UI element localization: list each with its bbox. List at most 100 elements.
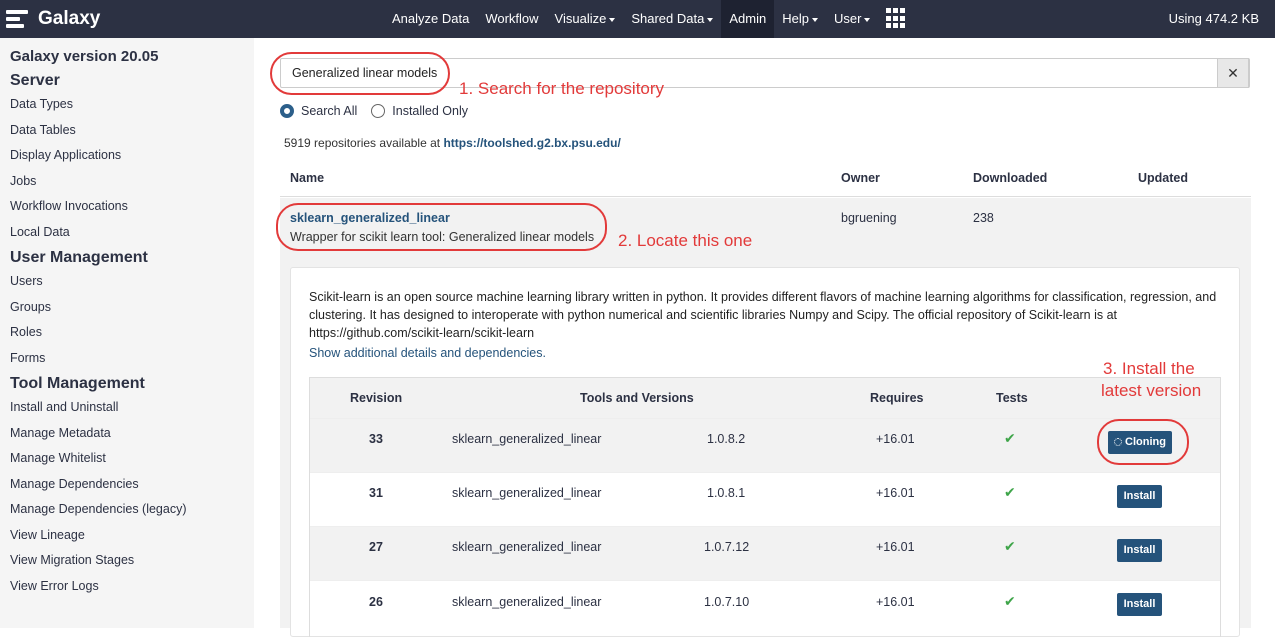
column-tools-versions: Tools and Versions bbox=[580, 391, 694, 405]
tool-version: 1.0.7.12 bbox=[704, 540, 750, 554]
sidebar-item-jobs[interactable]: Jobs bbox=[10, 169, 244, 195]
sidebar-item-install-uninstall[interactable]: Install and Uninstall bbox=[10, 395, 244, 421]
tool-version: 1.0.8.1 bbox=[707, 486, 746, 500]
column-revision: Revision bbox=[350, 391, 403, 405]
tool-version: 1.0.8.2 bbox=[707, 432, 746, 446]
nav-admin[interactable]: Admin bbox=[721, 0, 775, 38]
nav-workflow[interactable]: Workflow bbox=[477, 0, 546, 38]
annotation-step2: 2. Locate this one bbox=[618, 231, 753, 250]
annotation-oval-search bbox=[270, 52, 450, 95]
revisions-table: Revision Tools and Versions Requires Tes… bbox=[309, 377, 1221, 637]
install-button[interactable]: Install bbox=[1117, 485, 1162, 508]
revisions-header: Revision Tools and Versions Requires Tes… bbox=[310, 378, 1220, 418]
radio-checked-icon bbox=[280, 104, 294, 118]
sidebar-item-forms[interactable]: Forms bbox=[10, 346, 244, 372]
requires-version: +16.01 bbox=[876, 540, 915, 554]
repository-long-description: Scikit-learn is an open source machine l… bbox=[309, 290, 1217, 340]
nav-visualize[interactable]: Visualize bbox=[547, 0, 624, 38]
tool-name: sklearn_generalized_linear bbox=[452, 432, 602, 446]
sidebar-item-manage-whitelist[interactable]: Manage Whitelist bbox=[10, 446, 244, 472]
revision-number: 26 bbox=[369, 595, 383, 609]
repository-table-header: Name Owner Downloaded Updated bbox=[280, 163, 1251, 197]
tool-name: sklearn_generalized_linear bbox=[452, 595, 602, 609]
radio-installed-only[interactable]: Installed Only bbox=[371, 104, 468, 118]
quota-meter[interactable]: Using 474.2 KB bbox=[1169, 0, 1259, 38]
section-server: Server bbox=[10, 72, 60, 89]
nav-user[interactable]: User bbox=[826, 0, 878, 38]
caret-down-icon bbox=[864, 17, 871, 22]
install-button[interactable]: Install bbox=[1117, 593, 1162, 616]
revision-row: 27 sklearn_generalized_linear 1.0.7.12 +… bbox=[310, 526, 1220, 580]
sidebar-item-manage-dependencies-legacy[interactable]: Manage Dependencies (legacy) bbox=[10, 497, 244, 523]
nav-shared-data[interactable]: Shared Data bbox=[623, 0, 721, 38]
revision-number: 33 bbox=[369, 432, 383, 446]
check-icon: ✔ bbox=[1004, 538, 1016, 554]
revision-number: 31 bbox=[369, 486, 383, 500]
sidebar-item-display-applications[interactable]: Display Applications bbox=[10, 143, 244, 169]
annotation-oval-install bbox=[1097, 419, 1189, 465]
column-updated[interactable]: Updated bbox=[1138, 171, 1188, 185]
toolshed-link[interactable]: https://toolshed.g2.bx.psu.edu/ bbox=[443, 136, 620, 150]
column-requires: Requires bbox=[870, 391, 924, 405]
annotation-step3-line1: 3. Install the bbox=[1103, 359, 1195, 378]
sidebar-item-view-error-logs[interactable]: View Error Logs bbox=[10, 574, 244, 600]
column-downloaded[interactable]: Downloaded bbox=[973, 171, 1047, 185]
nav-help[interactable]: Help bbox=[774, 0, 826, 38]
sidebar-item-view-migration-stages[interactable]: View Migration Stages bbox=[10, 548, 244, 574]
close-icon: ✕ bbox=[1227, 65, 1239, 81]
nav-scratchbook[interactable] bbox=[878, 0, 915, 38]
tool-name: sklearn_generalized_linear bbox=[452, 540, 602, 554]
galaxy-logo-icon bbox=[6, 8, 28, 30]
caret-down-icon bbox=[811, 17, 818, 22]
table-row: sklearn_generalized_linear Wrapper for s… bbox=[280, 198, 1251, 637]
repository-details-panel: Scikit-learn is an open source machine l… bbox=[290, 267, 1240, 637]
column-owner[interactable]: Owner bbox=[841, 171, 880, 185]
nav-analyze-data[interactable]: Analyze Data bbox=[384, 0, 477, 38]
sidebar-item-users[interactable]: Users bbox=[10, 269, 244, 295]
annotation-step1: 1. Search for the repository bbox=[459, 79, 665, 98]
check-icon: ✔ bbox=[1004, 484, 1016, 500]
annotation-oval-repository bbox=[276, 203, 607, 251]
revision-row: 33 sklearn_generalized_linear 1.0.8.2 +1… bbox=[310, 418, 1220, 472]
repository-owner: bgruening bbox=[841, 211, 897, 225]
sidebar-item-manage-metadata[interactable]: Manage Metadata bbox=[10, 421, 244, 447]
sidebar-item-view-lineage[interactable]: View Lineage bbox=[10, 523, 244, 549]
masthead: Galaxy Analyze Data Workflow Visualize S… bbox=[0, 0, 1275, 38]
section-tool-management: Tool Management bbox=[10, 375, 145, 392]
repository-downloads: 238 bbox=[973, 211, 994, 225]
install-button[interactable]: Install bbox=[1117, 539, 1162, 562]
requires-version: +16.01 bbox=[876, 432, 915, 446]
column-tests: Tests bbox=[996, 391, 1028, 405]
center-panel: Generalized linear models ✕ Search All I… bbox=[254, 38, 1275, 637]
annotation-step3-line2: latest version bbox=[1101, 381, 1202, 400]
tool-version: 1.0.7.10 bbox=[704, 595, 750, 609]
caret-down-icon bbox=[609, 17, 616, 22]
sidebar-item-local-data[interactable]: Local Data bbox=[10, 220, 244, 246]
grid-icon bbox=[886, 8, 907, 29]
galaxy-version: Galaxy version 20.05 bbox=[10, 48, 159, 65]
sidebar-item-data-types[interactable]: Data Types bbox=[10, 92, 244, 118]
sidebar-item-groups[interactable]: Groups bbox=[10, 295, 244, 321]
revision-row: 26 sklearn_generalized_linear 1.0.7.10 +… bbox=[310, 580, 1220, 634]
brand-title: Galaxy bbox=[38, 8, 101, 29]
revision-number: 27 bbox=[369, 540, 383, 554]
check-icon: ✔ bbox=[1004, 593, 1016, 609]
check-icon: ✔ bbox=[1004, 430, 1016, 446]
brand-link[interactable]: Galaxy bbox=[6, 4, 100, 34]
main-nav: Analyze Data Workflow Visualize Shared D… bbox=[384, 0, 915, 38]
search-scope: Search All Installed Only bbox=[280, 104, 482, 118]
sidebar-item-data-tables[interactable]: Data Tables bbox=[10, 118, 244, 144]
sidebar-item-manage-dependencies[interactable]: Manage Dependencies bbox=[10, 472, 244, 498]
tool-name: sklearn_generalized_linear bbox=[452, 486, 602, 500]
requires-version: +16.01 bbox=[876, 486, 915, 500]
show-details-link[interactable]: Show additional details and dependencies… bbox=[309, 346, 546, 360]
clear-search-button[interactable]: ✕ bbox=[1217, 58, 1249, 88]
sidebar-item-workflow-invocations[interactable]: Workflow Invocations bbox=[10, 194, 244, 220]
sidebar-item-roles[interactable]: Roles bbox=[10, 320, 244, 346]
admin-sidebar: Galaxy version 20.05 Server Data Types D… bbox=[0, 38, 254, 628]
radio-search-all[interactable]: Search All bbox=[280, 104, 357, 118]
requires-version: +16.01 bbox=[876, 595, 915, 609]
column-name[interactable]: Name bbox=[290, 171, 324, 185]
repository-count: 5919 repositories available at https://t… bbox=[284, 136, 621, 150]
radio-unchecked-icon bbox=[371, 104, 386, 118]
